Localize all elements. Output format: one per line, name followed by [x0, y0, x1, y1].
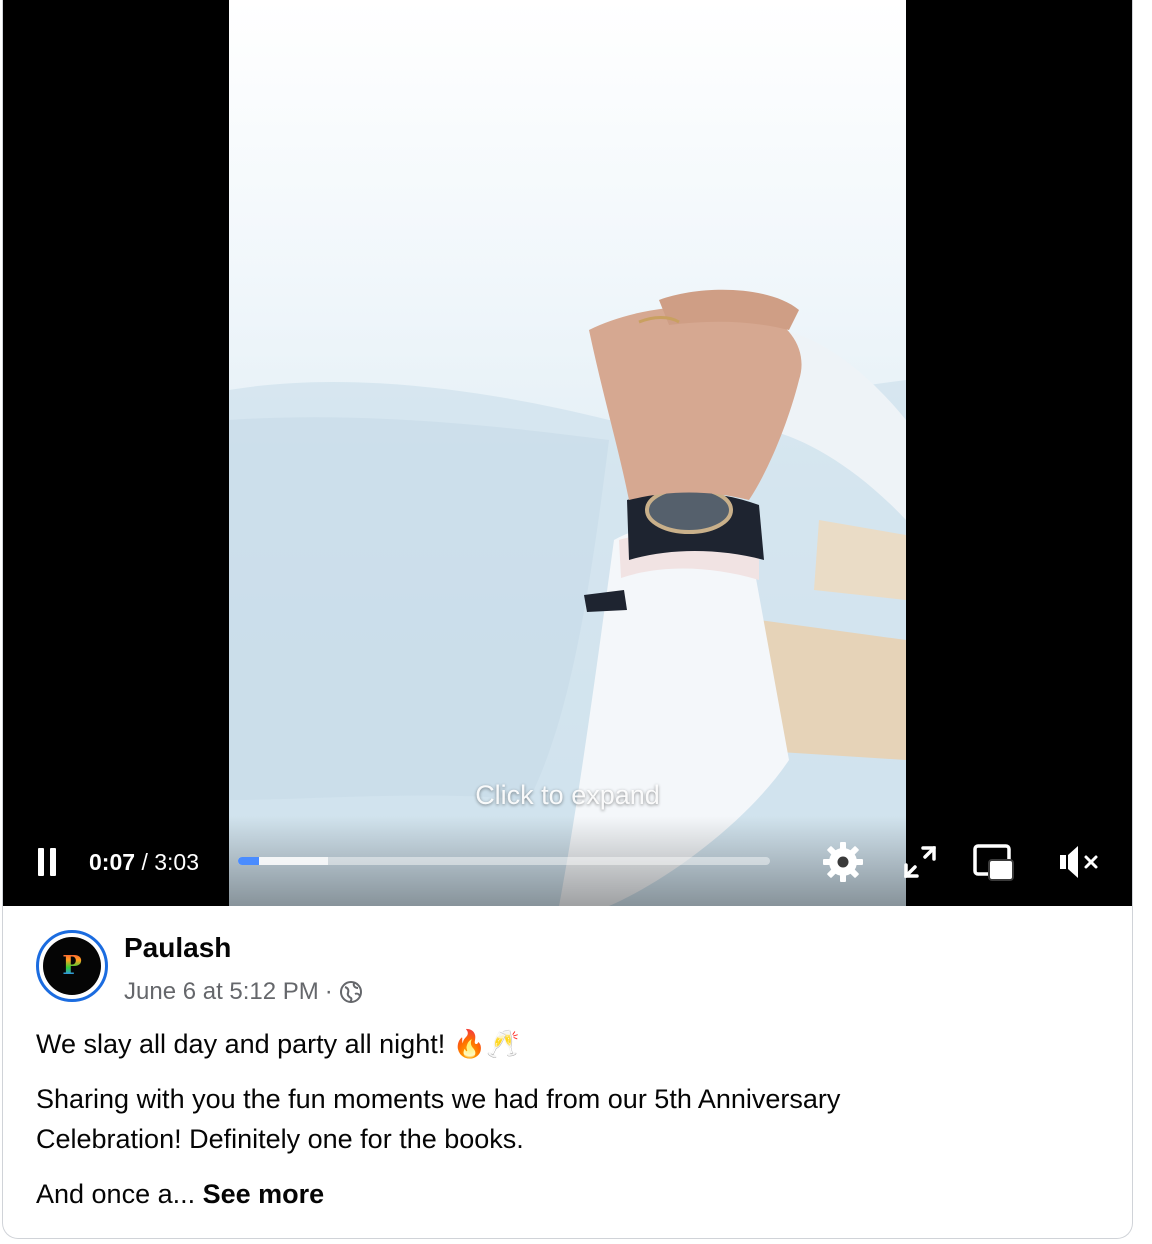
avatar-letter: P — [62, 951, 82, 981]
post-text-line: We slay all day and party all night! 🔥🥂 — [36, 1029, 520, 1059]
globe-icon[interactable] — [339, 980, 363, 1004]
fullscreen-button[interactable] — [901, 843, 939, 881]
post-text-line: Sharing with you the fun moments we had … — [36, 1084, 841, 1114]
click-to-expand-hint[interactable]: Click to expand — [229, 780, 906, 811]
avatar-logo: P — [43, 937, 101, 995]
post-card: Click to expand 0:07 / 3:03 P Paulash Ju… — [2, 0, 1133, 1239]
meta-separator: · — [324, 978, 333, 1005]
time-display: 0:07 / 3:03 — [89, 848, 199, 876]
post-text-line: Celebration! Definitely one for the book… — [36, 1124, 524, 1154]
current-time: 0:07 — [89, 849, 136, 875]
fullscreen-icon — [904, 846, 936, 878]
author-name[interactable]: Paulash — [124, 932, 231, 964]
muted-speaker-icon — [1060, 846, 1098, 878]
post-text-truncated: And once a... See more — [36, 1174, 324, 1214]
see-more-link[interactable]: See more — [203, 1179, 325, 1209]
mute-button[interactable] — [1056, 840, 1102, 884]
picture-in-picture-icon — [973, 844, 1014, 881]
video-still-image — [229, 289, 906, 906]
pause-icon — [50, 848, 56, 876]
settings-gear-icon — [823, 842, 863, 882]
post-text-prefix: And once a... — [36, 1179, 203, 1209]
pause-button[interactable] — [37, 848, 57, 876]
time-separator: / — [141, 849, 148, 875]
settings-button[interactable] — [821, 840, 865, 884]
duration: 3:03 — [154, 849, 199, 875]
avatar[interactable]: P — [36, 930, 108, 1002]
played-bar — [238, 857, 260, 865]
post-timestamp[interactable]: June 6 at 5:12 PM — [124, 978, 319, 1006]
video-frame[interactable]: Click to expand — [229, 0, 906, 906]
post-meta: June 6 at 5:12 PM · — [124, 978, 363, 1006]
pause-icon — [38, 848, 44, 876]
video-player[interactable]: Click to expand 0:07 / 3:03 — [3, 0, 1132, 906]
progress-bar[interactable] — [238, 857, 770, 865]
picture-in-picture-button[interactable] — [971, 840, 1017, 884]
